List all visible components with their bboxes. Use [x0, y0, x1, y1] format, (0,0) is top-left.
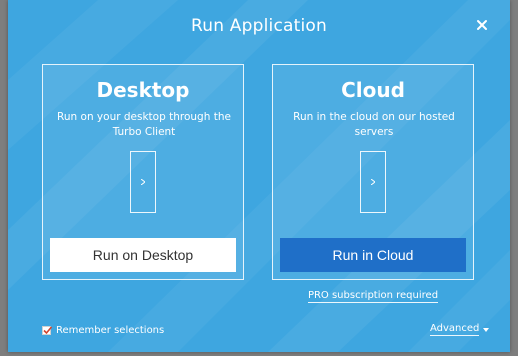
cloud-title: Cloud — [341, 78, 405, 102]
desktop-description: Run on your desktop through the Turbo Cl… — [57, 111, 231, 138]
advanced-label: Advanced — [430, 323, 480, 336]
cloud-device-icon — [360, 151, 386, 213]
close-button[interactable] — [473, 16, 491, 34]
pro-subscription-link-container: PRO subscription required — [272, 290, 474, 303]
checkmark-icon — [43, 325, 53, 334]
remember-selections-label: Remember selections — [56, 324, 165, 336]
run-on-desktop-button[interactable]: Run on Desktop — [50, 238, 236, 272]
dialog-title: Run Application — [191, 16, 327, 36]
cloud-description: Run in the cloud on our hosted servers — [293, 111, 455, 138]
cloud-option-card: Cloud Run in the cloud on our hosted ser… — [272, 64, 474, 280]
remember-selections-option[interactable]: Remember selections — [42, 323, 164, 337]
run-in-cloud-button[interactable]: Run in Cloud — [280, 238, 466, 272]
desktop-title: Desktop — [96, 78, 190, 102]
pro-subscription-link[interactable]: PRO subscription required — [307, 290, 439, 303]
close-icon — [477, 20, 487, 30]
desktop-option-card: Desktop Run on your desktop through the … — [42, 64, 244, 280]
desktop-device-icon — [130, 151, 156, 213]
caret-down-icon — [483, 327, 490, 332]
advanced-dropdown[interactable]: Advanced — [430, 323, 490, 336]
run-application-dialog: Run Application Desktop Run on your desk… — [8, 0, 510, 352]
remember-selections-checkbox[interactable] — [42, 325, 53, 335]
